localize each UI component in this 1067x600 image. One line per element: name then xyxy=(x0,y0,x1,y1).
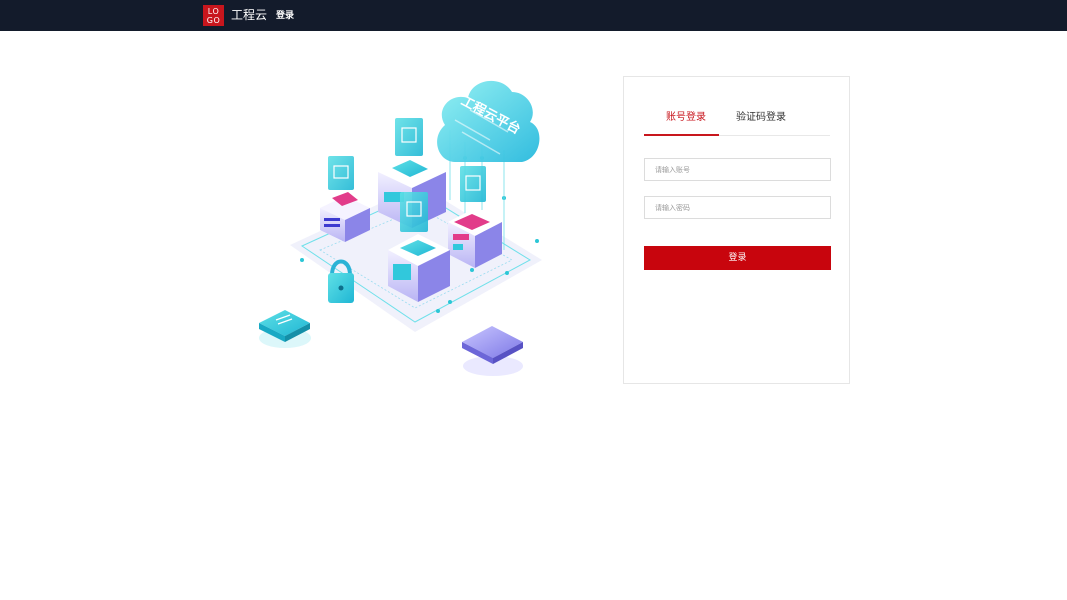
isometric-servers-illustration: 工程云平台 xyxy=(259,80,542,376)
tab-account-login[interactable]: 账号登录 xyxy=(666,111,706,125)
tab-code-login[interactable]: 验证码登录 xyxy=(736,111,786,125)
logo[interactable]: LO GO xyxy=(203,5,224,26)
password-input[interactable] xyxy=(644,196,831,219)
nav-login-link[interactable]: 登录 xyxy=(276,10,294,23)
logo-text-line1: LO xyxy=(207,7,220,16)
login-submit-button[interactable]: 登录 xyxy=(644,246,831,270)
server-left-icon xyxy=(320,156,370,242)
purple-tile-icon xyxy=(462,326,523,376)
teal-tile-icon xyxy=(259,310,311,348)
cloud-platform-illustration: 工程云平台 xyxy=(250,70,560,390)
brand-name: 工程云 xyxy=(231,8,268,22)
cloud-icon: 工程云平台 xyxy=(437,80,540,162)
active-tab-indicator xyxy=(644,134,719,136)
login-tabs: 账号登录 验证码登录 xyxy=(644,107,830,136)
logo-text-line2: GO xyxy=(206,16,221,25)
login-card: 账号登录 验证码登录 登录 xyxy=(623,76,850,384)
account-input[interactable] xyxy=(644,158,831,181)
top-nav-bar: LO GO 工程云 登录 xyxy=(0,0,1067,31)
